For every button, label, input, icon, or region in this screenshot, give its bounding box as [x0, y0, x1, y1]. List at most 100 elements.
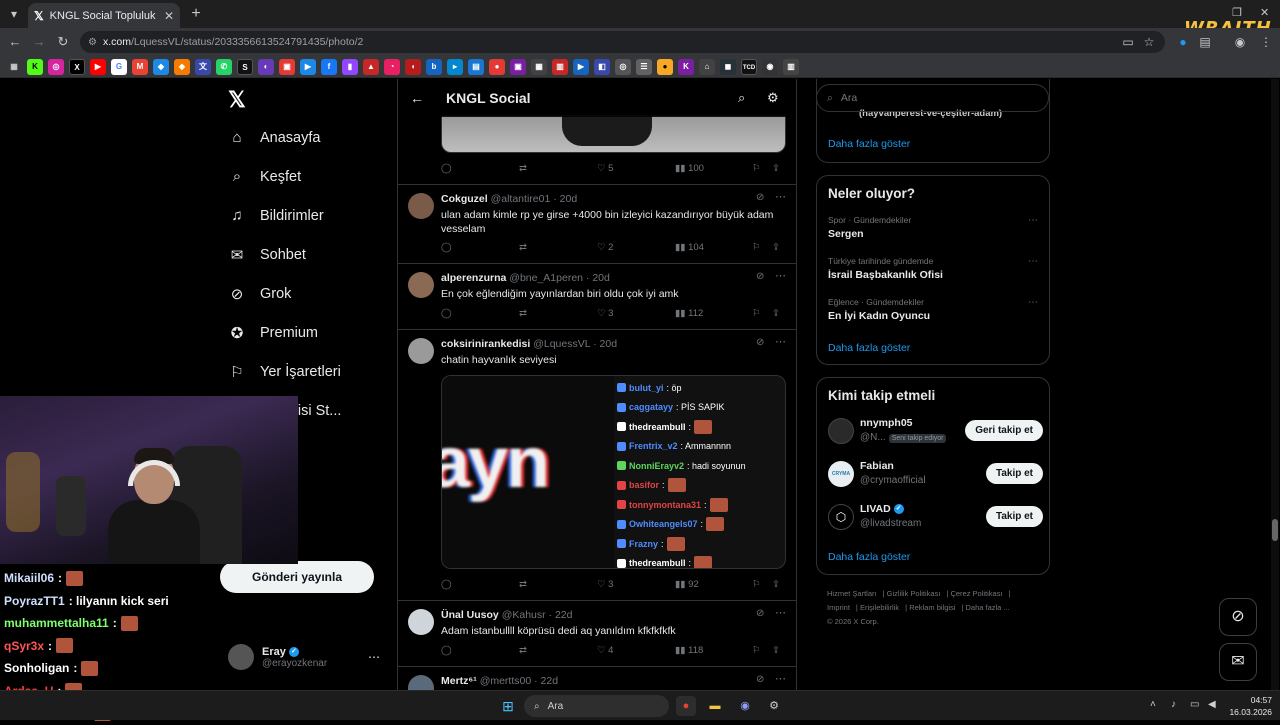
more-options-icon[interactable]: ⋯ [1028, 297, 1038, 308]
bookmark-30-icon[interactable]: ☰ [636, 58, 652, 75]
reply-icon[interactable]: ◯ [441, 308, 452, 319]
grok-icon[interactable]: ⊘ [756, 271, 764, 282]
more-options-icon[interactable]: ⋯ [775, 606, 786, 619]
bookmark-17-icon[interactable]: ▲ [363, 58, 379, 75]
follow-suggestion[interactable]: CRYMA Fabian @crymaofficial Takip et [828, 458, 1043, 492]
nav-home[interactable]: ⌂ Anasayfa [228, 129, 320, 146]
file-explorer-icon[interactable]: ▬ [705, 696, 725, 716]
bookmark-icon[interactable]: ⚐ [752, 579, 761, 590]
address-bar[interactable]: ⚙ x.com/LquessVL/status/2033356613524791… [80, 31, 1165, 53]
bookmark-24-icon[interactable]: ▣ [510, 58, 526, 75]
more-options-icon[interactable]: ⋯ [368, 650, 380, 664]
tweet[interactable]: Mertz⁶¹ @mertts00 · 22d ⊘ ⋯ [398, 667, 796, 690]
kick-bookmark-icon[interactable]: K [27, 58, 43, 75]
nav-explore[interactable]: ⌕ Keşfet [228, 168, 301, 185]
retweet-icon[interactable]: ⇄ [519, 163, 527, 174]
avatar[interactable] [408, 193, 434, 219]
bookmark-27-icon[interactable]: ▶ [573, 58, 589, 75]
bookmark-33-icon[interactable]: ⌂ [699, 58, 715, 75]
tab-close-icon[interactable]: ✕ [164, 9, 174, 23]
follow-button[interactable]: Takip et [985, 506, 1043, 527]
follow-suggestion[interactable]: nnymph05 @N... Seni takip ediyor Geri tak… [828, 415, 1043, 449]
share-icon[interactable]: ⇪ [772, 308, 780, 319]
x-bookmark-icon[interactable]: X [69, 58, 85, 75]
bookmark-icon[interactable]: ⚐ [752, 308, 761, 319]
reload-icon[interactable]: ↻ [54, 33, 72, 51]
account-switcher[interactable]: Eray ✓ @erayozkenar ⋯ [228, 644, 388, 670]
taskbar-search[interactable]: ⌕ Ara [524, 695, 669, 717]
network-icon[interactable]: ▭ [1190, 699, 1199, 710]
grok-icon[interactable]: ⊘ [756, 337, 764, 348]
facebook-bookmark-icon[interactable]: f [321, 58, 337, 75]
tweet[interactable]: coksirinirankedisi @LquessVL · 20d ⊘ ⋯ c… [398, 330, 796, 601]
cast-icon[interactable]: ▭ [1120, 34, 1136, 50]
bookmark-12-icon[interactable]: ◐ [258, 58, 274, 75]
system-clock[interactable]: 04:57 16.03.2026 [1222, 694, 1272, 718]
bookmark-icon[interactable]: ⚐ [752, 163, 761, 174]
bookmark-11-icon[interactable]: S [237, 58, 253, 75]
tweet-media-image[interactable]: ayn bulut_yi: öp caggatayy: PİS SAPIK thed… [441, 375, 786, 569]
bookmark-7-icon[interactable]: ◆ [153, 58, 169, 75]
bookmark-icon[interactable]: ⚐ [752, 645, 761, 656]
bookmark-32-icon[interactable]: K [678, 58, 694, 75]
avatar[interactable] [828, 418, 854, 444]
tweet[interactable]: Cokguzel @altantire01 · 20d ⊘ ⋯ ulan ada… [398, 185, 796, 264]
bookmark-28-icon[interactable]: ◧ [594, 58, 610, 75]
bookmark-22-icon[interactable]: ▤ [468, 58, 484, 75]
bookmark-34-icon[interactable]: ◼ [720, 58, 736, 75]
avatar[interactable] [408, 609, 434, 635]
show-more-link[interactable]: Daha fazla göster [828, 551, 910, 563]
back-icon[interactable]: ← [6, 33, 24, 51]
search-input[interactable]: ⌕ Ara [816, 84, 1049, 112]
more-options-icon[interactable]: ⋯ [775, 672, 786, 685]
x-logo-icon[interactable]: 𝕏 [228, 87, 246, 113]
bookmark-31-icon[interactable]: ● [657, 58, 673, 75]
footer-link[interactable]: Hizmet Şartları [827, 589, 877, 598]
trend-item[interactable]: Türkiye tarihinde gündemde İsrail Başbak… [828, 256, 1038, 281]
app-icon[interactable]: ⚙ [764, 696, 784, 716]
share-icon[interactable]: ⇪ [772, 579, 780, 590]
back-arrow-icon[interactable]: ← [410, 90, 424, 106]
more-options-icon[interactable]: ⋯ [1028, 215, 1038, 226]
tray-chevron-icon[interactable]: ˄ [1150, 699, 1156, 710]
grok-icon[interactable]: ⊘ [756, 608, 764, 619]
footer-link[interactable]: Reklam bilgisi [909, 603, 955, 612]
follow-button[interactable]: Takip et [985, 463, 1043, 484]
more-options-icon[interactable]: ⋯ [775, 335, 786, 348]
share-icon[interactable]: ⇪ [772, 163, 780, 174]
twitch-bookmark-icon[interactable]: ▮ [342, 58, 358, 75]
views-count[interactable]: ▮▮ 92 [675, 579, 699, 590]
follow-suggestion[interactable]: ⬡ LIVAD ✓ @livadstream Takip et [828, 501, 1043, 535]
views-count[interactable]: ▮▮ 112 [675, 308, 703, 319]
bookmark-14-icon[interactable]: ▶ [300, 58, 316, 75]
nav-grok[interactable]: ⊘ Grok [228, 285, 292, 303]
bookmark-8-icon[interactable]: ◆ [174, 58, 190, 75]
grok-float-icon[interactable]: ⊘ [1219, 598, 1257, 636]
more-options-icon[interactable]: ⋯ [775, 190, 786, 203]
avatar[interactable] [408, 272, 434, 298]
microphone-tray-icon[interactable]: ♪ [1171, 699, 1176, 710]
chrome-taskbar-icon[interactable]: ● [676, 696, 696, 716]
extension-icon[interactable]: ● [1175, 34, 1191, 50]
nav-notifications[interactable]: ♫ Bildirimler [228, 207, 323, 224]
volume-icon[interactable]: ◀ [1208, 699, 1216, 710]
browser-tab[interactable]: 𝕏 KNGL Social Topluluk / X ✕ [28, 3, 180, 28]
footer-link[interactable]: Daha fazla ... [966, 603, 1010, 612]
like-button[interactable]: ♡ 3 [597, 579, 613, 590]
bookmark-23-icon[interactable]: ● [489, 58, 505, 75]
like-button[interactable]: ♡ 4 [597, 645, 613, 656]
menu-icon[interactable]: ⋮ [1258, 34, 1274, 50]
grok-icon[interactable]: ⊘ [756, 192, 764, 203]
messages-float-icon[interactable]: ✉ [1219, 643, 1257, 681]
settings-gear-icon[interactable]: ⚙ [767, 90, 779, 106]
forward-icon[interactable]: → [30, 33, 48, 51]
nav-bookmarks[interactable]: ⚐ Yer İşaretleri [228, 363, 341, 381]
retweet-icon[interactable]: ⇄ [519, 579, 527, 590]
avatar[interactable] [408, 338, 434, 364]
avatar[interactable] [408, 675, 434, 690]
grok-icon[interactable]: ⊘ [756, 674, 764, 685]
nav-chat[interactable]: ✉ Sohbet [228, 246, 306, 264]
retweet-icon[interactable]: ⇄ [519, 645, 527, 656]
reply-icon[interactable]: ◯ [441, 645, 452, 656]
share-icon[interactable]: ⇪ [772, 645, 780, 656]
